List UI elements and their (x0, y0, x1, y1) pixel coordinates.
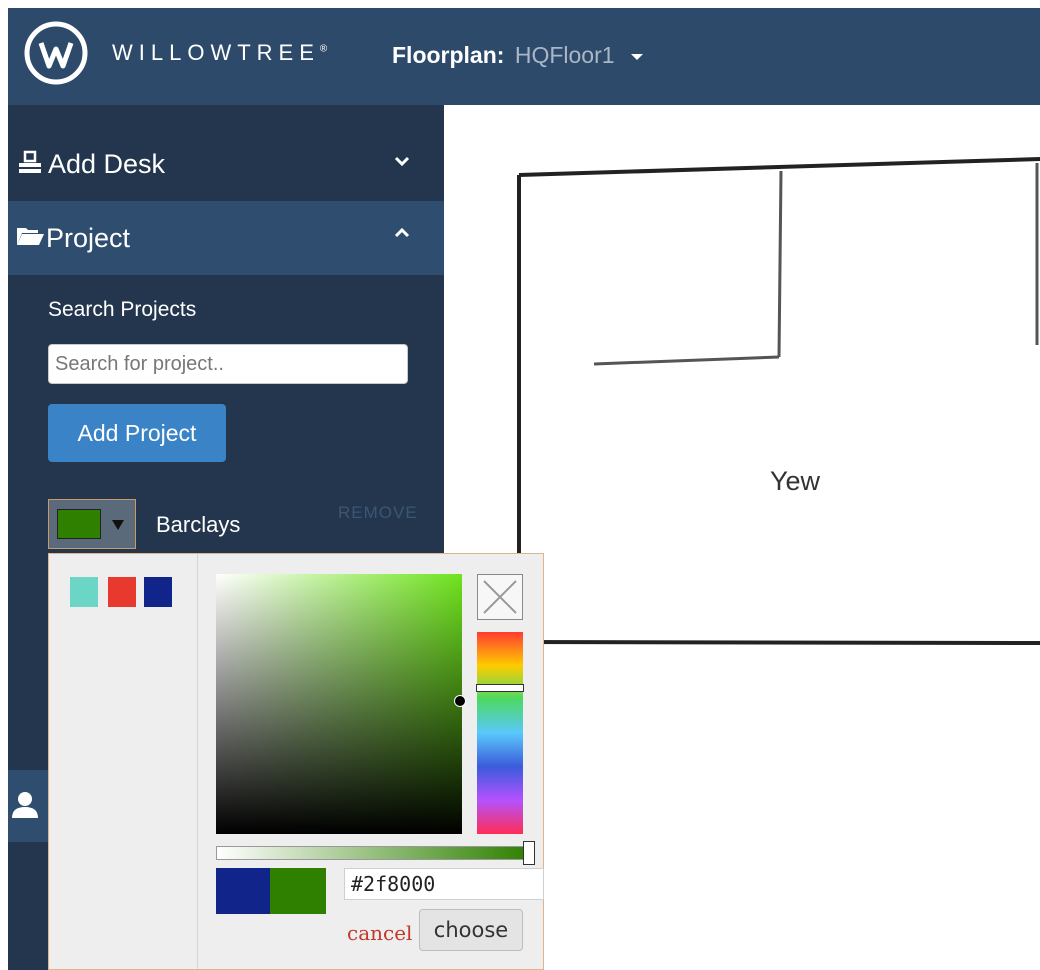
floorplan-label: Floorplan: (392, 42, 505, 68)
room-label: Yew (770, 466, 821, 496)
hue-slider[interactable] (477, 632, 523, 834)
page-margin (0, 0, 8, 970)
search-projects-title: Search Projects (48, 298, 197, 321)
cancel-link[interactable]: cancel (347, 921, 412, 945)
folder-open-icon (17, 228, 44, 245)
top-navbar: WILLOWTREE® Floorplan: HQFloor1 (8, 8, 1040, 105)
floorplan-value: HQFloor1 (514, 42, 615, 68)
remove-project-link[interactable]: REMOVE (338, 503, 418, 523)
hue-slider-handle[interactable] (476, 684, 524, 692)
willowtree-logo-icon[interactable] (24, 21, 88, 85)
desk-icon (19, 150, 41, 173)
palette-swatch[interactable] (144, 577, 172, 607)
accordion-label: Project (46, 223, 131, 253)
wall-bottom (518, 640, 1040, 645)
caret-down-icon (630, 53, 643, 60)
palette-swatch[interactable] (108, 577, 136, 607)
close-icon (483, 580, 517, 614)
accordion-project[interactable]: Project (8, 201, 444, 275)
wall-inner-horizontal (593, 355, 780, 366)
choose-button[interactable]: choose (419, 909, 523, 951)
color-picker-trigger[interactable] (48, 499, 136, 549)
saturation-value-area[interactable] (216, 574, 462, 834)
palette-panel (49, 554, 198, 969)
alpha-slider-handle[interactable] (523, 841, 535, 865)
chevron-up-icon (394, 227, 410, 238)
search-input[interactable] (48, 344, 408, 384)
add-project-button[interactable]: Add Project (48, 404, 226, 462)
floorplan-selector[interactable]: Floorplan: HQFloor1 (392, 42, 643, 69)
user-tab[interactable] (8, 770, 48, 842)
accordion-label: Add Desk (48, 149, 166, 179)
brand-name: WILLOWTREE® (112, 40, 328, 65)
current-color-swatch (57, 509, 101, 539)
clear-color-button[interactable] (477, 574, 523, 620)
color-selector-handle[interactable] (454, 695, 466, 707)
hex-input[interactable] (344, 868, 544, 900)
wall-inner-vertical (777, 170, 783, 358)
color-picker-popup: cancel choose (48, 553, 544, 970)
project-name: Barclays (156, 512, 241, 537)
previous-color-preview (216, 868, 270, 914)
new-color-preview (270, 868, 326, 914)
alpha-slider[interactable] (216, 846, 530, 860)
caret-down-icon (112, 520, 124, 530)
user-icon (12, 792, 38, 818)
palette-swatch[interactable] (70, 577, 98, 607)
chevron-down-icon (394, 156, 410, 167)
accordion-add-desk[interactable]: Add Desk (8, 129, 444, 199)
